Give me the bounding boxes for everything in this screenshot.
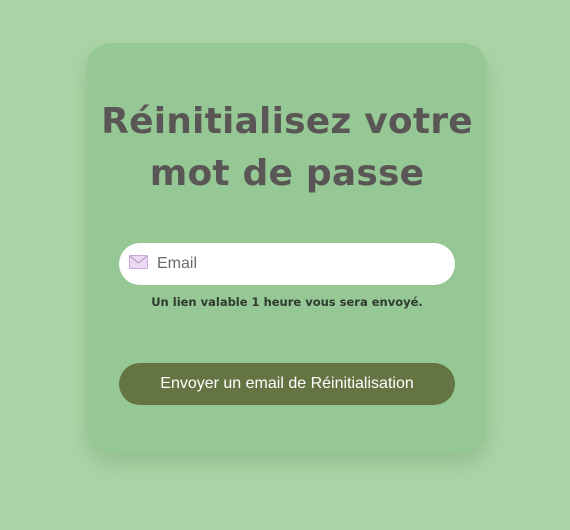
page-title: Réinitialisez votre mot de passe: [101, 101, 473, 194]
email-field[interactable]: [119, 243, 455, 285]
send-reset-email-button[interactable]: Envoyer un email de Réinitialisation: [119, 363, 455, 405]
envelope-icon: [129, 255, 148, 269]
hint-text: Un lien valable 1 heure vous sera envoyé…: [151, 295, 423, 309]
email-input[interactable]: [157, 243, 437, 285]
reset-password-card: Réinitialisez votre mot de passe Un lien…: [87, 43, 487, 453]
